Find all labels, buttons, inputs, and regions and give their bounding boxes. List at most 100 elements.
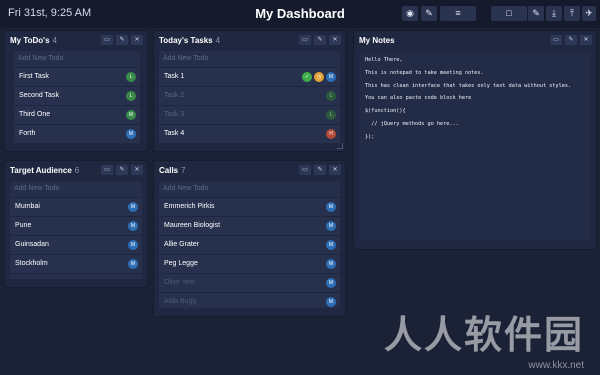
list-item[interactable]: Aida Bugg M xyxy=(159,293,340,308)
notes-panel: My Notes ▭ ✎ ✕ Hello There, This is note… xyxy=(353,30,597,250)
priority-badge: M xyxy=(326,278,336,288)
panel-body: Add New Todo Mumbai M Pune M Guinsadan M St… xyxy=(10,181,142,279)
list-item[interactable]: Mumbai M xyxy=(10,198,142,217)
close-icon[interactable]: ✕ xyxy=(131,35,143,45)
clock-icon[interactable]: ◷ xyxy=(314,72,324,82)
priority-badge: M xyxy=(126,110,136,120)
panel-body: Add New Todo Emmerich Pirkis M Maureen Bi… xyxy=(159,181,340,308)
new-todo-input[interactable]: Add New Todo xyxy=(10,181,142,198)
panel-actions: ▭ ✎ ✕ xyxy=(550,35,592,45)
close-icon[interactable]: ✕ xyxy=(580,35,592,45)
resize-handle[interactable] xyxy=(337,143,343,149)
priority-badge: L xyxy=(326,91,336,101)
list-item[interactable]: Third One M xyxy=(14,106,140,125)
list-item[interactable]: Maureen Biologist M xyxy=(159,217,340,236)
priority-badge: M xyxy=(128,202,138,212)
brush-icon[interactable]: ✎ xyxy=(421,6,437,21)
panel-actions: ▭ ✎ ✕ xyxy=(299,35,341,45)
panel-actions: ▭ ✎ ✕ xyxy=(101,35,143,45)
panel-title: My Notes xyxy=(359,36,395,45)
priority-badge: M xyxy=(326,240,336,250)
watermark-url: www.kkx.net xyxy=(528,360,584,371)
new-todo-input[interactable]: Add New Todo xyxy=(14,51,140,68)
note-line: This is notepad to take meeting notes. xyxy=(365,69,484,76)
list-item[interactable]: Task 2L xyxy=(159,87,340,106)
top-bar: Fri 31st, 9:25 AM My Dashboard ◉ ✎ ≡ □ ✎… xyxy=(0,0,600,28)
priority-badge: M xyxy=(326,259,336,269)
priority-badge: M xyxy=(128,221,138,231)
priority-badge: M xyxy=(326,221,336,231)
list-item[interactable]: Peg Legge M xyxy=(159,255,340,274)
note-line: This has clean interface that takes only… xyxy=(365,82,572,89)
note-icon[interactable]: □ xyxy=(491,6,527,21)
panel-header: Today's Tasks 4 ▭ ✎ ✕ xyxy=(154,31,345,51)
note-line: }); xyxy=(365,133,375,140)
priority-badge: M xyxy=(326,202,336,212)
new-todo-input[interactable]: Add New Todo xyxy=(159,51,340,68)
list-icon[interactable]: ≡ xyxy=(440,6,476,21)
panel-header: Calls 7 ▭ ✎ ✕ xyxy=(154,161,345,181)
list-item[interactable]: Task 4H xyxy=(159,125,340,143)
close-icon[interactable]: ✕ xyxy=(329,35,341,45)
list-item[interactable]: Task 1 ✓ ◷ M xyxy=(159,68,340,87)
print-icon[interactable]: ▭ xyxy=(101,165,113,175)
calls-panel: Calls 7 ▭ ✎ ✕ Add New Todo Emmerich Pirki… xyxy=(153,160,346,317)
panel-header: My ToDo's 4 ▭ ✎ ✕ xyxy=(5,31,147,51)
priority-badge: H xyxy=(326,129,336,139)
eye-icon[interactable]: ◉ xyxy=(402,6,418,21)
list-item[interactable]: Pune M xyxy=(10,217,142,236)
list-item[interactable]: Allie Grater M xyxy=(159,236,340,255)
edit-icon[interactable]: ✎ xyxy=(116,35,128,45)
watermark-logo: 人人软件园 xyxy=(383,313,584,357)
print-icon[interactable]: ▭ xyxy=(299,35,311,45)
panel-header: My Notes ▭ ✎ ✕ xyxy=(354,31,596,51)
priority-badge: M xyxy=(128,259,138,269)
close-icon[interactable]: ✕ xyxy=(131,165,143,175)
panel-title: Calls 7 xyxy=(159,166,186,175)
bird-icon[interactable]: ✈ xyxy=(582,6,596,21)
list-item[interactable]: First Task L xyxy=(14,68,140,87)
edit-icon[interactable]: ✎ xyxy=(314,35,326,45)
today-tasks-panel: Today's Tasks 4 ▭ ✎ ✕ Add New Todo Task 1… xyxy=(153,30,346,152)
note-line: Hello There, xyxy=(365,57,403,63)
new-todo-input[interactable]: Add New Todo xyxy=(159,181,340,198)
panel-title: Today's Tasks 4 xyxy=(159,36,221,45)
edit-icon[interactable]: ✎ xyxy=(116,165,128,175)
panel-actions: ▭ ✎ ✕ xyxy=(101,165,143,175)
list-item[interactable]: Guinsadan M xyxy=(10,236,142,255)
print-icon[interactable]: ▭ xyxy=(299,165,311,175)
check-icon[interactable]: ✓ xyxy=(302,72,312,82)
panel-title: My ToDo's 4 xyxy=(10,36,57,45)
note-line: $(function(){ xyxy=(365,108,406,115)
note-line: // jQuery methods go here... xyxy=(365,120,459,127)
priority-badge: L xyxy=(126,91,136,101)
edit-icon[interactable]: ✎ xyxy=(565,35,577,45)
priority-badge: M xyxy=(326,297,336,307)
print-icon[interactable]: ▭ xyxy=(550,35,562,45)
priority-badge: L xyxy=(126,72,136,82)
notes-textarea[interactable]: Hello There, This is notepad to take mee… xyxy=(359,51,591,241)
panel-actions: ▭ ✎ ✕ xyxy=(299,165,341,175)
list-item[interactable]: Task 3L xyxy=(159,106,340,125)
list-item[interactable]: Olive Yew M xyxy=(159,274,340,293)
edit-icon[interactable]: ✎ xyxy=(314,165,326,175)
list-item[interactable]: Emmerich Pirkis M xyxy=(159,198,340,217)
panel-body: Add New Todo Task 1 ✓ ◷ M Task 2L Task 3… xyxy=(159,51,340,143)
list-item[interactable]: Second Task L xyxy=(14,87,140,106)
priority-badge: L xyxy=(326,110,336,120)
panel-body: Add New Todo First Task L Second Task L Th… xyxy=(14,51,140,143)
note-line: You can also paste code block here xyxy=(365,95,472,102)
print-icon[interactable]: ▭ xyxy=(101,35,113,45)
priority-badge: M xyxy=(126,129,136,139)
download-icon[interactable]: ⤓ xyxy=(546,6,562,21)
close-icon[interactable]: ✕ xyxy=(329,165,341,175)
panel-title: Target Audience 6 xyxy=(10,166,80,175)
audience-panel: Target Audience 6 ▭ ✎ ✕ Add New Todo Mumb… xyxy=(4,160,148,288)
pencil-icon[interactable]: ✎ xyxy=(528,6,544,21)
panel-header: Target Audience 6 ▭ ✎ ✕ xyxy=(5,161,147,181)
upload-icon[interactable]: ⤒ xyxy=(564,6,580,21)
list-item[interactable]: Forth M xyxy=(14,125,140,143)
priority-badge: M xyxy=(326,72,336,82)
todos-panel: My ToDo's 4 ▭ ✎ ✕ Add New Todo First Task… xyxy=(4,30,148,152)
list-item[interactable]: Stockholm M xyxy=(10,255,142,274)
